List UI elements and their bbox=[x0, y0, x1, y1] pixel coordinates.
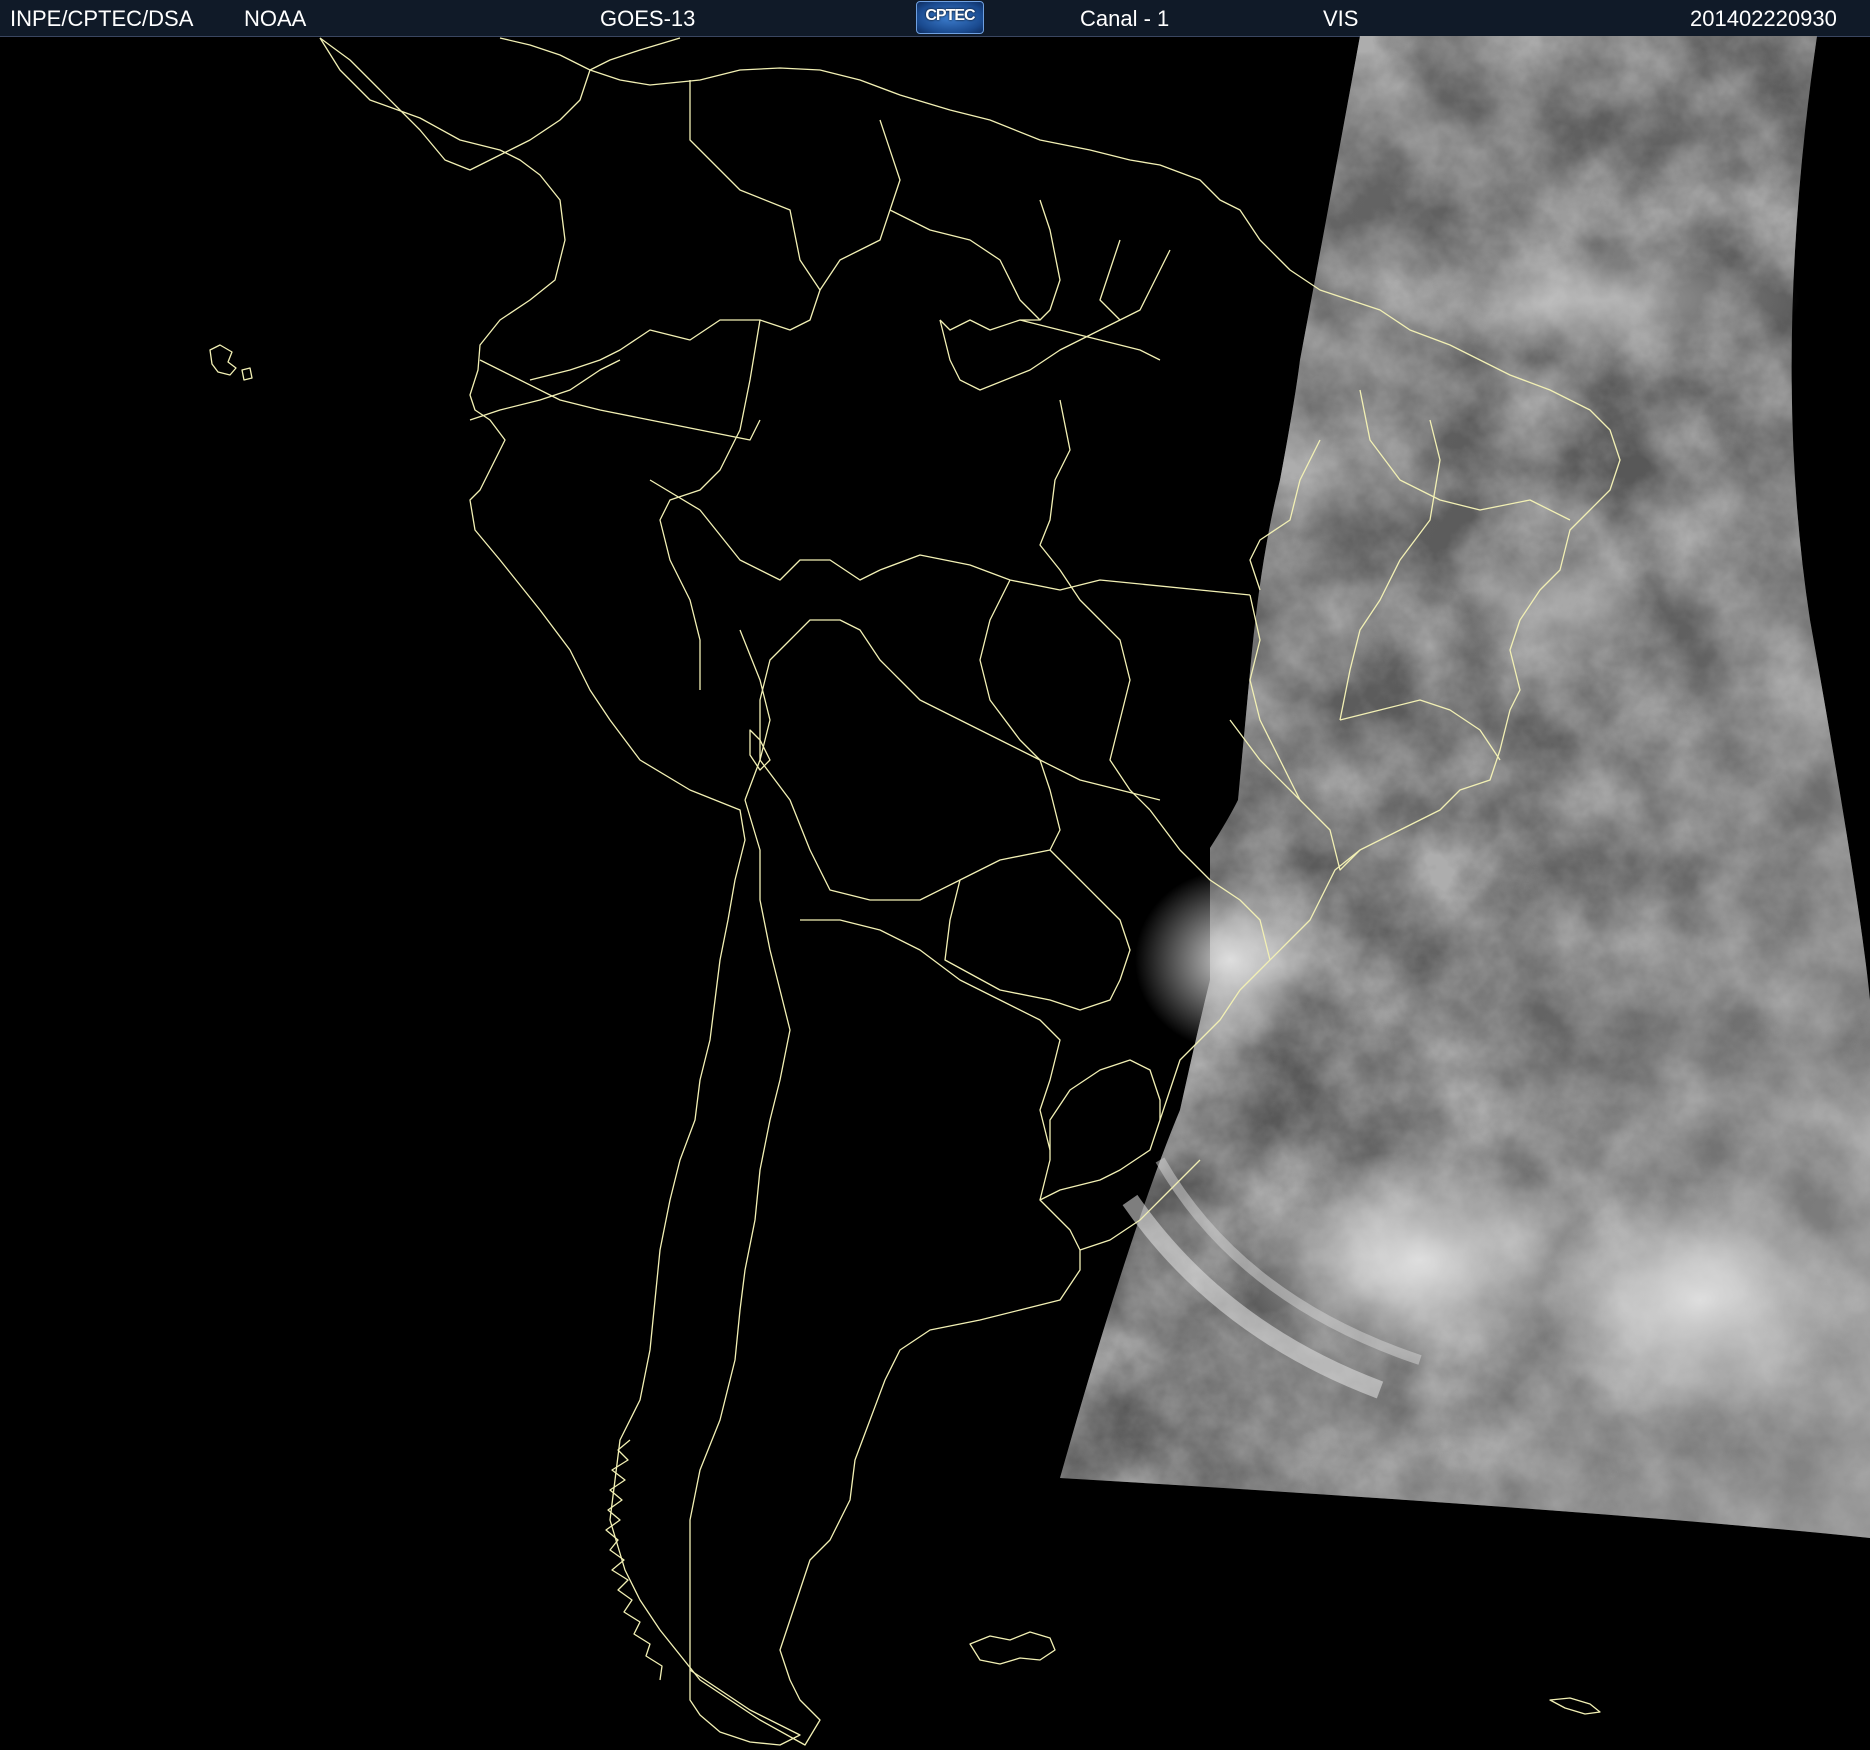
cptec-logo-icon: CPTEC bbox=[916, 1, 984, 34]
logo-text: CPTEC bbox=[925, 7, 975, 24]
border-guyana-suriname bbox=[939, 199, 1061, 331]
agency-label: INPE/CPTEC/DSA bbox=[10, 6, 194, 31]
brazil-state-lines-1 bbox=[879, 554, 1251, 596]
channel-label: Canal - 1 bbox=[1080, 6, 1170, 31]
timestamp-label: 201402220930 bbox=[1690, 6, 1837, 31]
amazon-feature bbox=[1019, 319, 1161, 361]
border-venezuela-brazil bbox=[889, 209, 1041, 321]
brazil-state-lines-4 bbox=[979, 579, 1161, 801]
border-suriname-frenchguiana bbox=[1099, 239, 1171, 321]
galapagos-islands bbox=[209, 344, 253, 381]
malvinas-islands bbox=[969, 1631, 1056, 1665]
border-peru-bolivia bbox=[739, 629, 771, 801]
border-colombia-brazil bbox=[659, 319, 761, 690]
provider-label: NOAA bbox=[244, 6, 307, 31]
band-label: VIS bbox=[1323, 6, 1359, 31]
border-argentina-uruguay bbox=[1039, 1059, 1161, 1201]
bolivia-outline bbox=[759, 619, 1061, 901]
header-bar: INPE/CPTEC/DSA NOAA GOES-13 CPTEC Canal … bbox=[0, 0, 1870, 37]
satellite-label: GOES-13 bbox=[600, 6, 696, 31]
visible-imagery-swath bbox=[1060, 36, 1870, 1538]
border-chile-argentina bbox=[689, 799, 791, 1670]
border-argentina-north bbox=[800, 919, 1061, 1151]
south-georgia-island bbox=[1549, 1697, 1601, 1715]
map-canvas bbox=[209, 36, 1870, 1746]
border-venezuela-guyana bbox=[819, 119, 901, 291]
chile-fjords bbox=[605, 1439, 663, 1681]
satellite-map[interactable] bbox=[0, 36, 1870, 1750]
border-brazil-north bbox=[939, 319, 1121, 391]
border-ecuador-peru bbox=[469, 359, 621, 421]
border-colombia-venezuela bbox=[529, 80, 821, 381]
border-colombia-peru bbox=[479, 359, 761, 441]
brazil-state-lines-2 bbox=[1039, 399, 1151, 811]
